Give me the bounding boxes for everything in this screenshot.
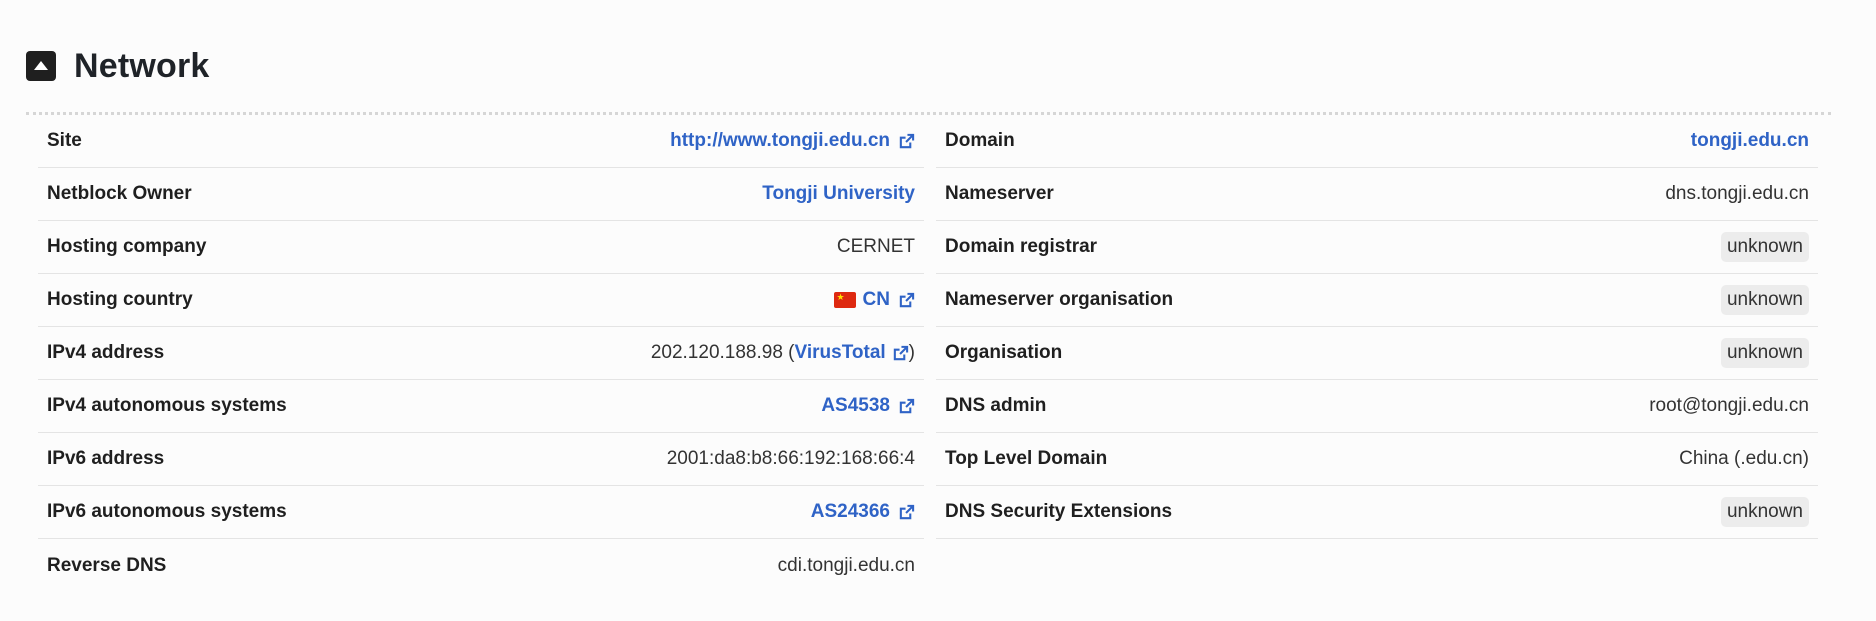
detail-value: Tongji University [762, 183, 915, 205]
detail-label: Top Level Domain [945, 448, 1108, 469]
detail-label: IPv4 address [47, 342, 165, 363]
detail-label: IPv6 autonomous systems [47, 501, 287, 522]
detail-row: DNS admin root@tongji.edu.cn [936, 380, 1818, 433]
detail-value-link[interactable]: AS24366 [811, 501, 890, 523]
detail-value-link[interactable]: Tongji University [762, 183, 915, 205]
unknown-badge: unknown [1720, 338, 1809, 368]
detail-label: Nameserver organisation [945, 289, 1174, 310]
detail-value: unknown [1720, 232, 1809, 262]
detail-label: Hosting country [47, 289, 193, 310]
detail-row: Site http://www.tongji.edu.cn [38, 115, 924, 168]
detail-value: dns.tongji.edu.cn [1665, 183, 1809, 205]
detail-value: ★ CN [833, 289, 915, 311]
detail-row: Hosting company CERNET [38, 221, 924, 274]
detail-value-text: China (.edu.cn) [1679, 448, 1809, 469]
close-paren: ) [908, 342, 915, 363]
country-link[interactable]: CN [863, 289, 890, 311]
detail-label: DNS admin [945, 395, 1047, 416]
detail-label: Domain [945, 130, 1015, 151]
detail-value: 2001:da8:b8:66:192:168:66:4 [667, 448, 915, 470]
detail-value-link[interactable]: http://www.tongji.edu.cn [670, 130, 890, 152]
external-link-icon[interactable] [892, 345, 909, 362]
right-details-column: Domain tongji.edu.cn Nameserver dns.tongji.… [936, 115, 1818, 539]
detail-row: Reverse DNS cdi.tongji.edu.cn [38, 539, 924, 592]
detail-label: DNS Security Extensions [945, 501, 1173, 522]
detail-label: Domain registrar [945, 236, 1098, 257]
section-header: Network [26, 44, 210, 88]
left-details-column: Site http://www.tongji.edu.cn Netblock Own… [38, 115, 924, 592]
detail-value: AS24366 [811, 501, 915, 523]
detail-label: IPv6 address [47, 448, 165, 469]
detail-value: cdi.tongji.edu.cn [778, 555, 915, 577]
external-link-icon[interactable] [898, 292, 915, 309]
ip-address-text: 202.120.188.98 [650, 342, 783, 363]
detail-row: Domain tongji.edu.cn [936, 115, 1818, 168]
detail-value-text: cdi.tongji.edu.cn [777, 554, 915, 576]
detail-row: IPv4 autonomous systems AS4538 [38, 380, 924, 433]
detail-value: unknown [1720, 338, 1809, 368]
detail-value-link[interactable]: AS4538 [821, 395, 890, 417]
detail-label: Reverse DNS [47, 554, 167, 576]
detail-value: http://www.tongji.edu.cn [670, 130, 915, 152]
detail-label: Hosting company [47, 236, 207, 257]
detail-value: CERNET [837, 236, 915, 258]
detail-value: root@tongji.edu.cn [1649, 395, 1809, 417]
detail-value: China (.edu.cn) [1679, 448, 1809, 470]
detail-value: unknown [1720, 497, 1809, 527]
section-title: Network [74, 46, 210, 85]
detail-row: IPv6 autonomous systems AS24366 [38, 486, 924, 539]
detail-label: IPv4 autonomous systems [47, 395, 287, 416]
external-link-icon[interactable] [898, 504, 915, 521]
caret-up-square-icon[interactable] [26, 51, 56, 81]
detail-label: Organisation [945, 342, 1063, 363]
virustotal-link[interactable]: VirusTotal [795, 342, 886, 364]
detail-value-text: 2001:da8:b8:66:192:168:66:4 [666, 448, 915, 469]
detail-row: IPv6 address 2001:da8:b8:66:192:168:66:4 [38, 433, 924, 486]
external-link-icon[interactable] [898, 398, 915, 415]
detail-row: Domain registrar unknown [936, 221, 1818, 274]
detail-row: Nameserver dns.tongji.edu.cn [936, 168, 1818, 221]
unknown-badge: unknown [1720, 232, 1809, 262]
detail-row: Organisation unknown [936, 327, 1818, 380]
detail-row: Nameserver organisation unknown [936, 274, 1818, 327]
detail-value-text: root@tongji.edu.cn [1649, 395, 1809, 416]
detail-label: Site [47, 130, 82, 151]
external-link-icon[interactable] [898, 133, 915, 150]
detail-value: unknown [1720, 285, 1809, 315]
detail-value: AS4538 [821, 395, 915, 417]
detail-label: Nameserver [945, 183, 1054, 204]
detail-value-text: dns.tongji.edu.cn [1665, 183, 1809, 204]
china-flag-icon: ★ [833, 292, 856, 308]
detail-row: Hosting country ★ CN [38, 274, 924, 327]
detail-value-link[interactable]: tongji.edu.cn [1691, 130, 1809, 152]
unknown-badge: unknown [1720, 285, 1809, 315]
detail-value: tongji.edu.cn [1691, 130, 1809, 152]
detail-value: 202.120.188.98 (VirusTotal) [651, 342, 915, 364]
detail-label: Netblock Owner [47, 183, 192, 204]
detail-value-text: CERNET [836, 236, 915, 257]
detail-row: Top Level Domain China (.edu.cn) [936, 433, 1818, 486]
detail-row: DNS Security Extensions unknown [936, 486, 1818, 539]
unknown-badge: unknown [1720, 497, 1809, 527]
detail-row: Netblock Owner Tongji University [38, 168, 924, 221]
detail-row: IPv4 address 202.120.188.98 (VirusTotal) [38, 327, 924, 380]
open-paren: ( [782, 342, 795, 363]
